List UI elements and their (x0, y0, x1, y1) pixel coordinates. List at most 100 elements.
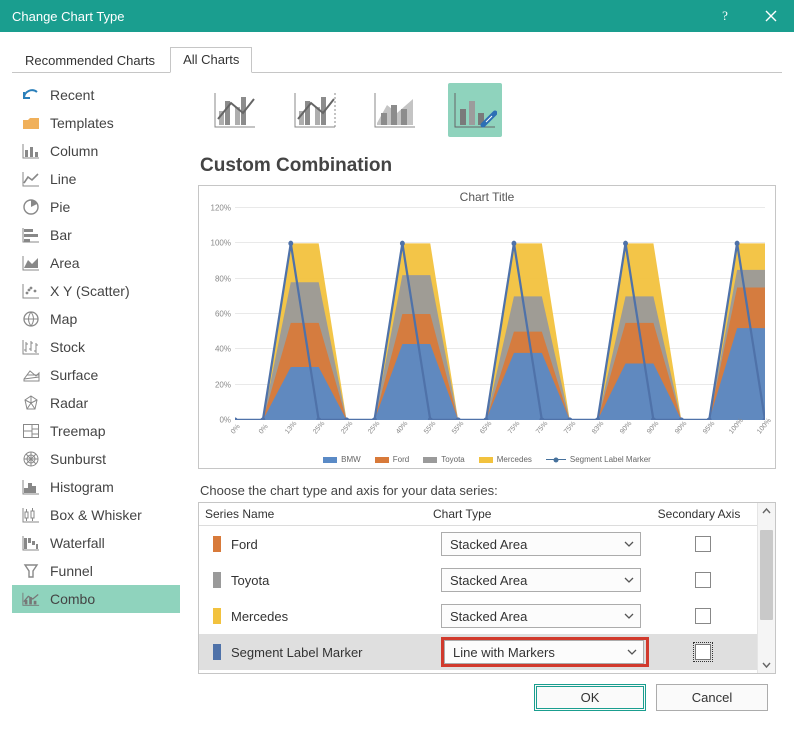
sidebar-item-line[interactable]: Line (12, 165, 180, 193)
sidebar-item-map[interactable]: Map (12, 305, 180, 333)
highlight-box: Line with Markers (441, 637, 649, 667)
sidebar-item-funnel[interactable]: Funnel (12, 557, 180, 585)
main-panel: Custom Combination Chart Title 0%0%13%25… (180, 73, 782, 739)
series-table-header: Series Name Chart Type Secondary Axis (199, 503, 757, 526)
header-chart-type: Chart Type (433, 507, 641, 521)
combo-subtype-clustered-line[interactable] (208, 83, 262, 137)
series-swatch (213, 608, 221, 624)
sidebar-item-area[interactable]: Area (12, 249, 180, 277)
series-row[interactable]: MercedesStacked Area (199, 598, 757, 634)
sidebar-item-sunburst[interactable]: Sunburst (12, 445, 180, 473)
dialog-footer: OK Cancel (198, 674, 776, 711)
series-row[interactable]: Segment Label Marker Line with Markers (199, 634, 757, 670)
sidebar-item-label: Line (50, 171, 76, 187)
sidebar-item-label: Waterfall (50, 535, 105, 551)
scroll-down-icon[interactable] (758, 656, 775, 673)
chevron-down-icon (624, 573, 634, 588)
header-series-name: Series Name (199, 507, 433, 521)
sidebar-item-label: Recent (50, 87, 94, 103)
chart-type-select[interactable]: Line with Markers (444, 640, 644, 664)
templates-icon (22, 114, 40, 132)
series-name-label: Segment Label Marker (231, 645, 363, 660)
chevron-down-icon (624, 537, 634, 552)
sidebar-item-xy-scatter[interactable]: X Y (Scatter) (12, 277, 180, 305)
legend-marker: Segment Label Marker (570, 455, 651, 464)
ok-button[interactable]: OK (534, 684, 646, 711)
chart-type-select[interactable]: Stacked Area (441, 604, 641, 628)
series-row[interactable]: ToyotaStacked Area (199, 562, 757, 598)
sidebar-item-label: Stock (50, 339, 85, 355)
chart-type-sidebar: Recent Templates Column Line Pie Bar Are… (12, 73, 180, 739)
chart-type-select[interactable]: Stacked Area (441, 532, 641, 556)
sunburst-icon (22, 450, 40, 468)
sidebar-item-pie[interactable]: Pie (12, 193, 180, 221)
sidebar-item-label: Combo (50, 591, 95, 607)
area-icon (22, 254, 40, 272)
combo-subtype-stacked-area-column[interactable] (368, 83, 422, 137)
sidebar-item-label: Pie (50, 199, 70, 215)
radar-icon (22, 394, 40, 412)
chevron-down-icon (627, 645, 637, 660)
combo-subtype-clustered-line-secondary[interactable] (288, 83, 342, 137)
sidebar-item-column[interactable]: Column (12, 137, 180, 165)
series-table-scrollbar[interactable] (757, 503, 775, 673)
combo-subtype-custom[interactable] (448, 83, 502, 137)
sidebar-item-recent[interactable]: Recent (12, 81, 180, 109)
sidebar-item-histogram[interactable]: Histogram (12, 473, 180, 501)
chevron-down-icon (624, 609, 634, 624)
cancel-button[interactable]: Cancel (656, 684, 768, 711)
recent-icon (22, 86, 40, 104)
chart-type-select[interactable]: Stacked Area (441, 568, 641, 592)
scroll-thumb[interactable] (760, 530, 773, 620)
sidebar-item-label: Histogram (50, 479, 114, 495)
secondary-axis-checkbox[interactable] (695, 608, 711, 624)
sidebar-item-waterfall[interactable]: Waterfall (12, 529, 180, 557)
series-table: Series Name Chart Type Secondary Axis Fo… (198, 502, 776, 674)
chart-legend: BMW Ford Toyota Mercedes Segment Label M… (199, 455, 775, 464)
funnel-icon (22, 562, 40, 580)
scatter-icon (22, 282, 40, 300)
secondary-axis-checkbox[interactable] (695, 536, 711, 552)
sidebar-item-label: Sunburst (50, 451, 106, 467)
sidebar-item-label: Box & Whisker (50, 507, 142, 523)
tab-all-charts[interactable]: All Charts (170, 47, 252, 73)
pie-icon (22, 198, 40, 216)
change-chart-type-dialog: Change Chart Type ? Recommended Charts A… (0, 0, 794, 751)
legend-ford: Ford (393, 455, 409, 464)
close-button[interactable] (748, 0, 794, 32)
scroll-up-icon[interactable] (758, 503, 775, 520)
tab-recommended-charts[interactable]: Recommended Charts (12, 48, 168, 73)
sidebar-item-label: Area (50, 255, 80, 271)
secondary-axis-checkbox[interactable] (695, 644, 711, 660)
sidebar-item-box-whisker[interactable]: Box & Whisker (12, 501, 180, 529)
sidebar-item-stock[interactable]: Stock (12, 333, 180, 361)
sidebar-item-radar[interactable]: Radar (12, 389, 180, 417)
sidebar-item-label: Column (50, 143, 98, 159)
column-icon (22, 142, 40, 160)
sidebar-item-label: Surface (50, 367, 98, 383)
sidebar-item-label: X Y (Scatter) (50, 283, 130, 299)
sidebar-item-combo[interactable]: Combo (12, 585, 180, 613)
sidebar-item-bar[interactable]: Bar (12, 221, 180, 249)
sidebar-item-treemap[interactable]: Treemap (12, 417, 180, 445)
series-swatch (213, 572, 221, 588)
secondary-axis-checkbox[interactable] (695, 572, 711, 588)
legend-toyota: Toyota (441, 455, 465, 464)
waterfall-icon (22, 534, 40, 552)
stock-icon (22, 338, 40, 356)
help-button[interactable]: ? (702, 0, 748, 32)
series-row[interactable]: FordStacked Area (199, 526, 757, 562)
series-swatch (213, 536, 221, 552)
map-icon (22, 310, 40, 328)
section-heading: Custom Combination (200, 155, 776, 177)
line-icon (22, 170, 40, 188)
chart-title: Chart Title (199, 186, 775, 206)
choose-label: Choose the chart type and axis for your … (200, 483, 776, 498)
sidebar-item-label: Radar (50, 395, 88, 411)
sidebar-item-templates[interactable]: Templates (12, 109, 180, 137)
legend-mercedes: Mercedes (497, 455, 532, 464)
sidebar-item-surface[interactable]: Surface (12, 361, 180, 389)
chart-preview[interactable]: Chart Title 0%0%13%25%25%25%40%55%55%65%… (198, 185, 776, 469)
sidebar-item-label: Treemap (50, 423, 106, 439)
series-swatch (213, 644, 221, 660)
